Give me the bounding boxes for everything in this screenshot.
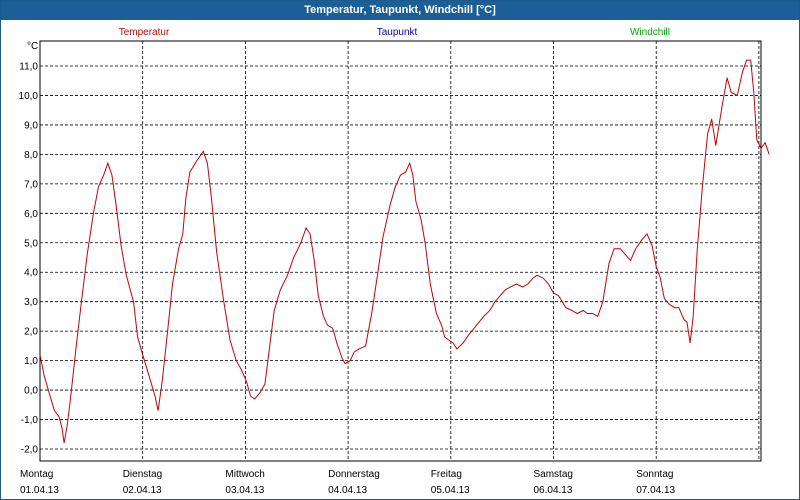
x-axis-labels: Montag 01.04.13 Dienstag 02.04.13 Mittwoch 03… <box>20 469 676 496</box>
x-date-label: 02.04.13 <box>123 485 162 496</box>
x-date-label: 03.04.13 <box>225 485 264 496</box>
y-tick-label: 5,0 <box>24 238 38 249</box>
x-date-label: 01.04.13 <box>20 485 59 496</box>
y-tick-label: 7,0 <box>24 179 38 190</box>
y-tick-label: 9,0 <box>24 120 38 131</box>
x-weekday-label: Freitag <box>431 469 462 480</box>
x-weekday-label: Montag <box>20 469 53 480</box>
y-tick-label: 3,0 <box>24 297 38 308</box>
x-date-label: 06.04.13 <box>534 485 573 496</box>
y-tick-label: -2,0 <box>21 445 39 456</box>
y-tick-label: 2,0 <box>24 327 38 338</box>
y-tick-label: -1,0 <box>21 415 39 426</box>
y-tick-label: 4,0 <box>24 268 38 279</box>
y-tick-label: 6,0 <box>24 209 38 220</box>
x-date-label: 04.04.13 <box>328 485 367 496</box>
y-unit-label: °C <box>27 41 38 52</box>
x-weekday-label: Samstag <box>534 469 573 480</box>
x-date-label: 05.04.13 <box>431 485 470 496</box>
legend: Temperatur Taupunkt Windchill <box>119 27 670 38</box>
x-weekday-label: Sonntag <box>636 469 673 480</box>
series-lines <box>39 59 770 444</box>
legend-item: Temperatur <box>119 27 170 38</box>
temperature-chart: -2,0 -1,0 0,0 1,0 2,0 3,0 4,0 5,0 6,0 7,0 8,0 9,0 10… <box>19 27 770 496</box>
y-tick-label: 1,0 <box>24 356 38 367</box>
series-line-temperatur <box>39 59 770 444</box>
x-weekday-label: Dienstag <box>123 469 162 480</box>
y-axis-labels: -2,0 -1,0 0,0 1,0 2,0 3,0 4,0 5,0 6,0 7,0 8,0 9,0 10… <box>19 62 39 456</box>
legend-item: Taupunkt <box>377 27 418 38</box>
chart-window: Temperatur, Taupunkt, Windchill [°C] -2,… <box>0 0 800 500</box>
x-weekday-label: Mittwoch <box>225 469 264 480</box>
y-tick-label: 11,0 <box>19 62 38 73</box>
x-date-label: 07.04.13 <box>636 485 675 496</box>
legend-item: Windchill <box>630 27 670 38</box>
x-weekday-label: Donnerstag <box>328 469 380 480</box>
y-tick-label: 8,0 <box>24 150 38 161</box>
y-tick-label: 10,0 <box>19 91 39 102</box>
y-tick-label: 0,0 <box>24 386 38 397</box>
